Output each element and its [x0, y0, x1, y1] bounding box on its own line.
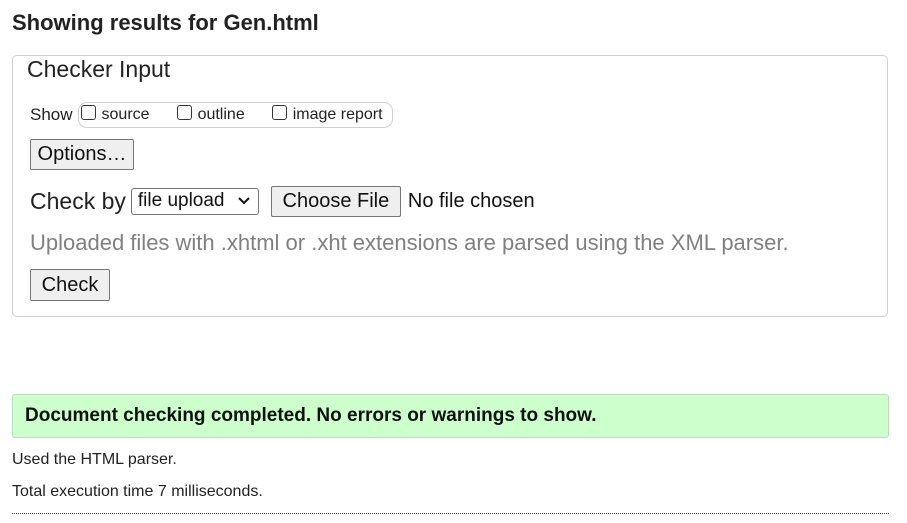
options-button[interactable]: Options… [30, 139, 134, 170]
check-by-row: Check by file upload Choose File No file… [30, 185, 535, 217]
check-by-label: Check by [30, 187, 126, 214]
checker-input-fieldset: Checker Input Show source outline image … [12, 55, 888, 317]
outline-checkbox-label: outline [197, 106, 245, 123]
execution-time: Total execution time 7 milliseconds. [12, 483, 263, 500]
check-by-select[interactable]: file upload [130, 187, 259, 215]
choose-file-button[interactable]: Choose File [270, 185, 401, 217]
show-options-group: source outline image report [77, 102, 393, 128]
divider [12, 513, 889, 514]
upload-note: Uploaded files with .xhtml or .xht exten… [30, 230, 789, 255]
chevron-down-icon [238, 196, 250, 204]
outline-checkbox[interactable] [176, 104, 192, 120]
check-by-selected-value: file upload [137, 190, 225, 211]
show-options-row: Show source outline image report [30, 101, 393, 129]
image-report-checkbox-label: image report [292, 106, 383, 123]
show-image-report-option[interactable]: image report [271, 104, 383, 124]
show-source-option[interactable]: source [80, 104, 150, 124]
check-button[interactable]: Check [30, 269, 110, 301]
image-report-checkbox[interactable] [271, 104, 287, 120]
file-status-text: No file chosen [407, 189, 535, 212]
parser-info: Used the HTML parser. [12, 451, 177, 468]
source-checkbox-label: source [101, 106, 150, 123]
success-message: Document checking completed. No errors o… [12, 394, 889, 438]
source-checkbox[interactable] [80, 104, 96, 120]
show-label: Show [30, 105, 73, 124]
show-outline-option[interactable]: outline [176, 104, 245, 124]
checker-input-legend: Checker Input [25, 56, 173, 83]
page-title: Showing results for Gen.html [12, 10, 319, 35]
